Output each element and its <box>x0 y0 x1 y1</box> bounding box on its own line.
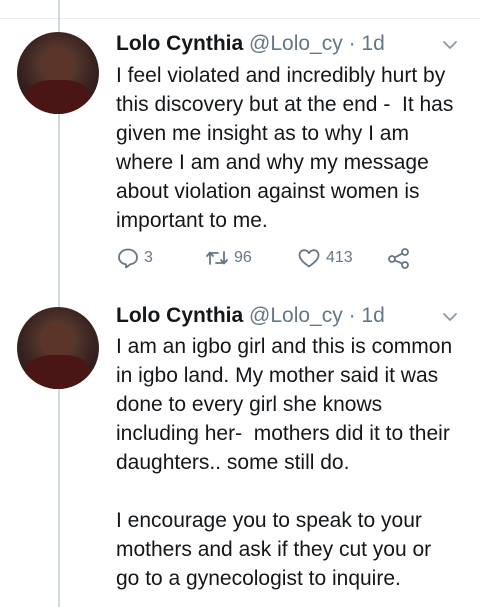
like-button[interactable]: 413 <box>296 246 353 270</box>
user-handle[interactable]: @Lolo_cy <box>249 32 343 55</box>
retweet-count: 96 <box>234 249 252 266</box>
retweet-icon <box>204 246 230 270</box>
separator-dot: · <box>348 304 356 327</box>
retweet-button[interactable]: 96 <box>204 246 252 270</box>
reply-button[interactable]: 3 <box>116 246 153 270</box>
share-icon <box>386 246 412 270</box>
tweet-text: I am an igbo girl and this is common in … <box>116 335 453 590</box>
avatar-body <box>25 355 91 389</box>
avatar-body <box>25 80 91 114</box>
avatar-face <box>43 321 73 359</box>
reply-icon <box>116 246 140 270</box>
avatar[interactable] <box>17 307 99 389</box>
tweet-header: Lolo Cynthia @Lolo_cy · 1d <box>116 32 385 60</box>
like-count: 413 <box>326 249 353 266</box>
timestamp[interactable]: 1d <box>361 32 384 55</box>
separator-dot: · <box>348 32 356 55</box>
tweet-text: I feel violated and incredibly hurt by t… <box>116 64 454 232</box>
avatar[interactable] <box>17 32 99 114</box>
reply-count: 3 <box>144 249 153 266</box>
display-name[interactable]: Lolo Cynthia <box>116 304 243 327</box>
display-name[interactable]: Lolo Cynthia <box>116 32 243 55</box>
chevron-down-icon[interactable] <box>441 308 459 326</box>
share-button[interactable] <box>386 246 412 270</box>
top-divider <box>0 18 480 19</box>
heart-icon <box>296 246 322 270</box>
tweet-header: Lolo Cynthia @Lolo_cy · 1d <box>116 304 385 332</box>
chevron-down-icon[interactable] <box>441 36 459 54</box>
timestamp[interactable]: 1d <box>361 304 384 327</box>
user-handle[interactable]: @Lolo_cy <box>249 304 343 327</box>
avatar-face <box>43 46 73 84</box>
